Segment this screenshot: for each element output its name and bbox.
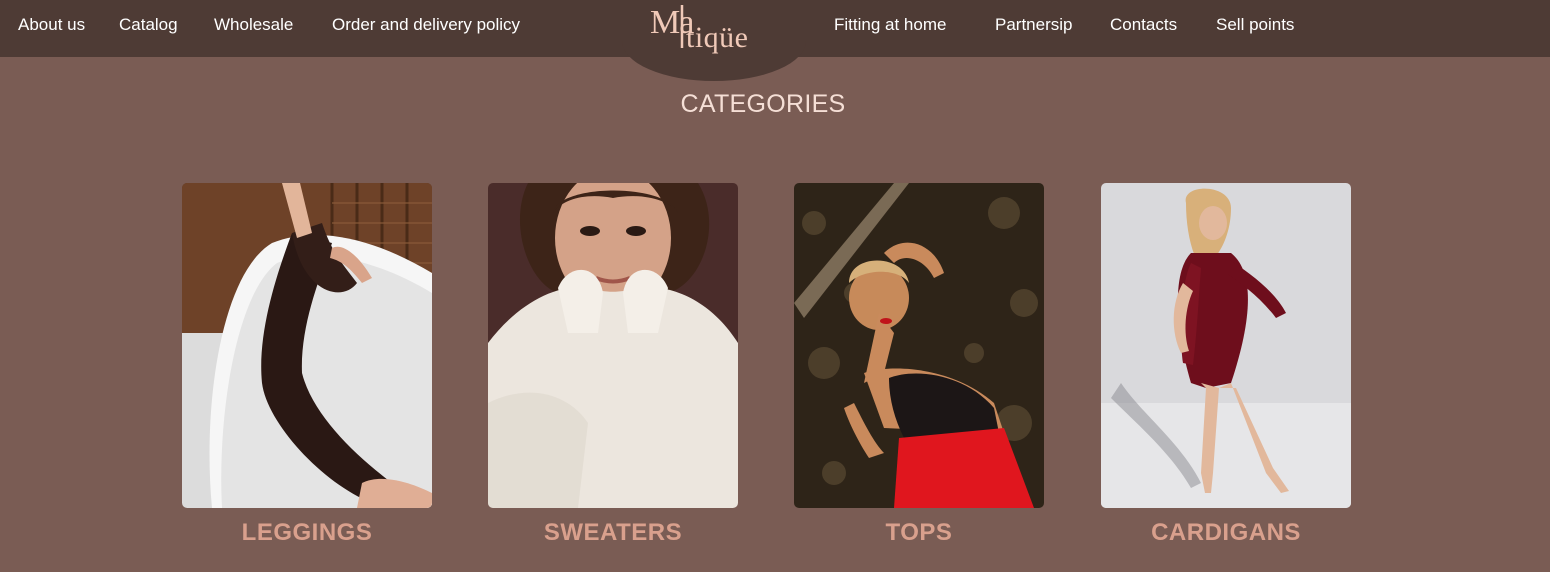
malitique-logo[interactable]: Ma tiqüe — [640, 0, 790, 60]
nav-sell-points[interactable]: Sell points — [1216, 14, 1294, 36]
categories-heading: CATEGORIES — [680, 90, 846, 118]
sweaters-image — [488, 183, 738, 508]
tops-image — [794, 183, 1044, 508]
nav-order-delivery-policy[interactable]: Order and delivery policy — [332, 14, 520, 36]
nav-partnership[interactable]: Partnersip — [995, 14, 1072, 36]
category-label-sweaters[interactable]: SWEATERS — [488, 518, 738, 548]
nav-fitting-at-home[interactable]: Fitting at home — [834, 14, 946, 36]
category-card-leggings[interactable] — [182, 183, 432, 508]
category-card-sweaters[interactable] — [488, 183, 738, 508]
category-card-cardigans[interactable] — [1101, 183, 1351, 508]
leggings-image — [182, 183, 432, 508]
nav-wholesale[interactable]: Wholesale — [214, 14, 293, 36]
category-label-tops[interactable]: TOPS — [794, 518, 1044, 548]
nav-contacts[interactable]: Contacts — [1110, 14, 1177, 36]
category-label-leggings[interactable]: LEGGINGS — [182, 518, 432, 548]
nav-catalog[interactable]: Catalog — [119, 14, 178, 36]
category-card-tops[interactable] — [794, 183, 1044, 508]
nav-about-us[interactable]: About us — [18, 14, 85, 36]
svg-text:tiqüe: tiqüe — [686, 21, 749, 54]
category-label-cardigans[interactable]: CARDIGANS — [1101, 518, 1351, 548]
cardigans-image — [1101, 183, 1351, 508]
